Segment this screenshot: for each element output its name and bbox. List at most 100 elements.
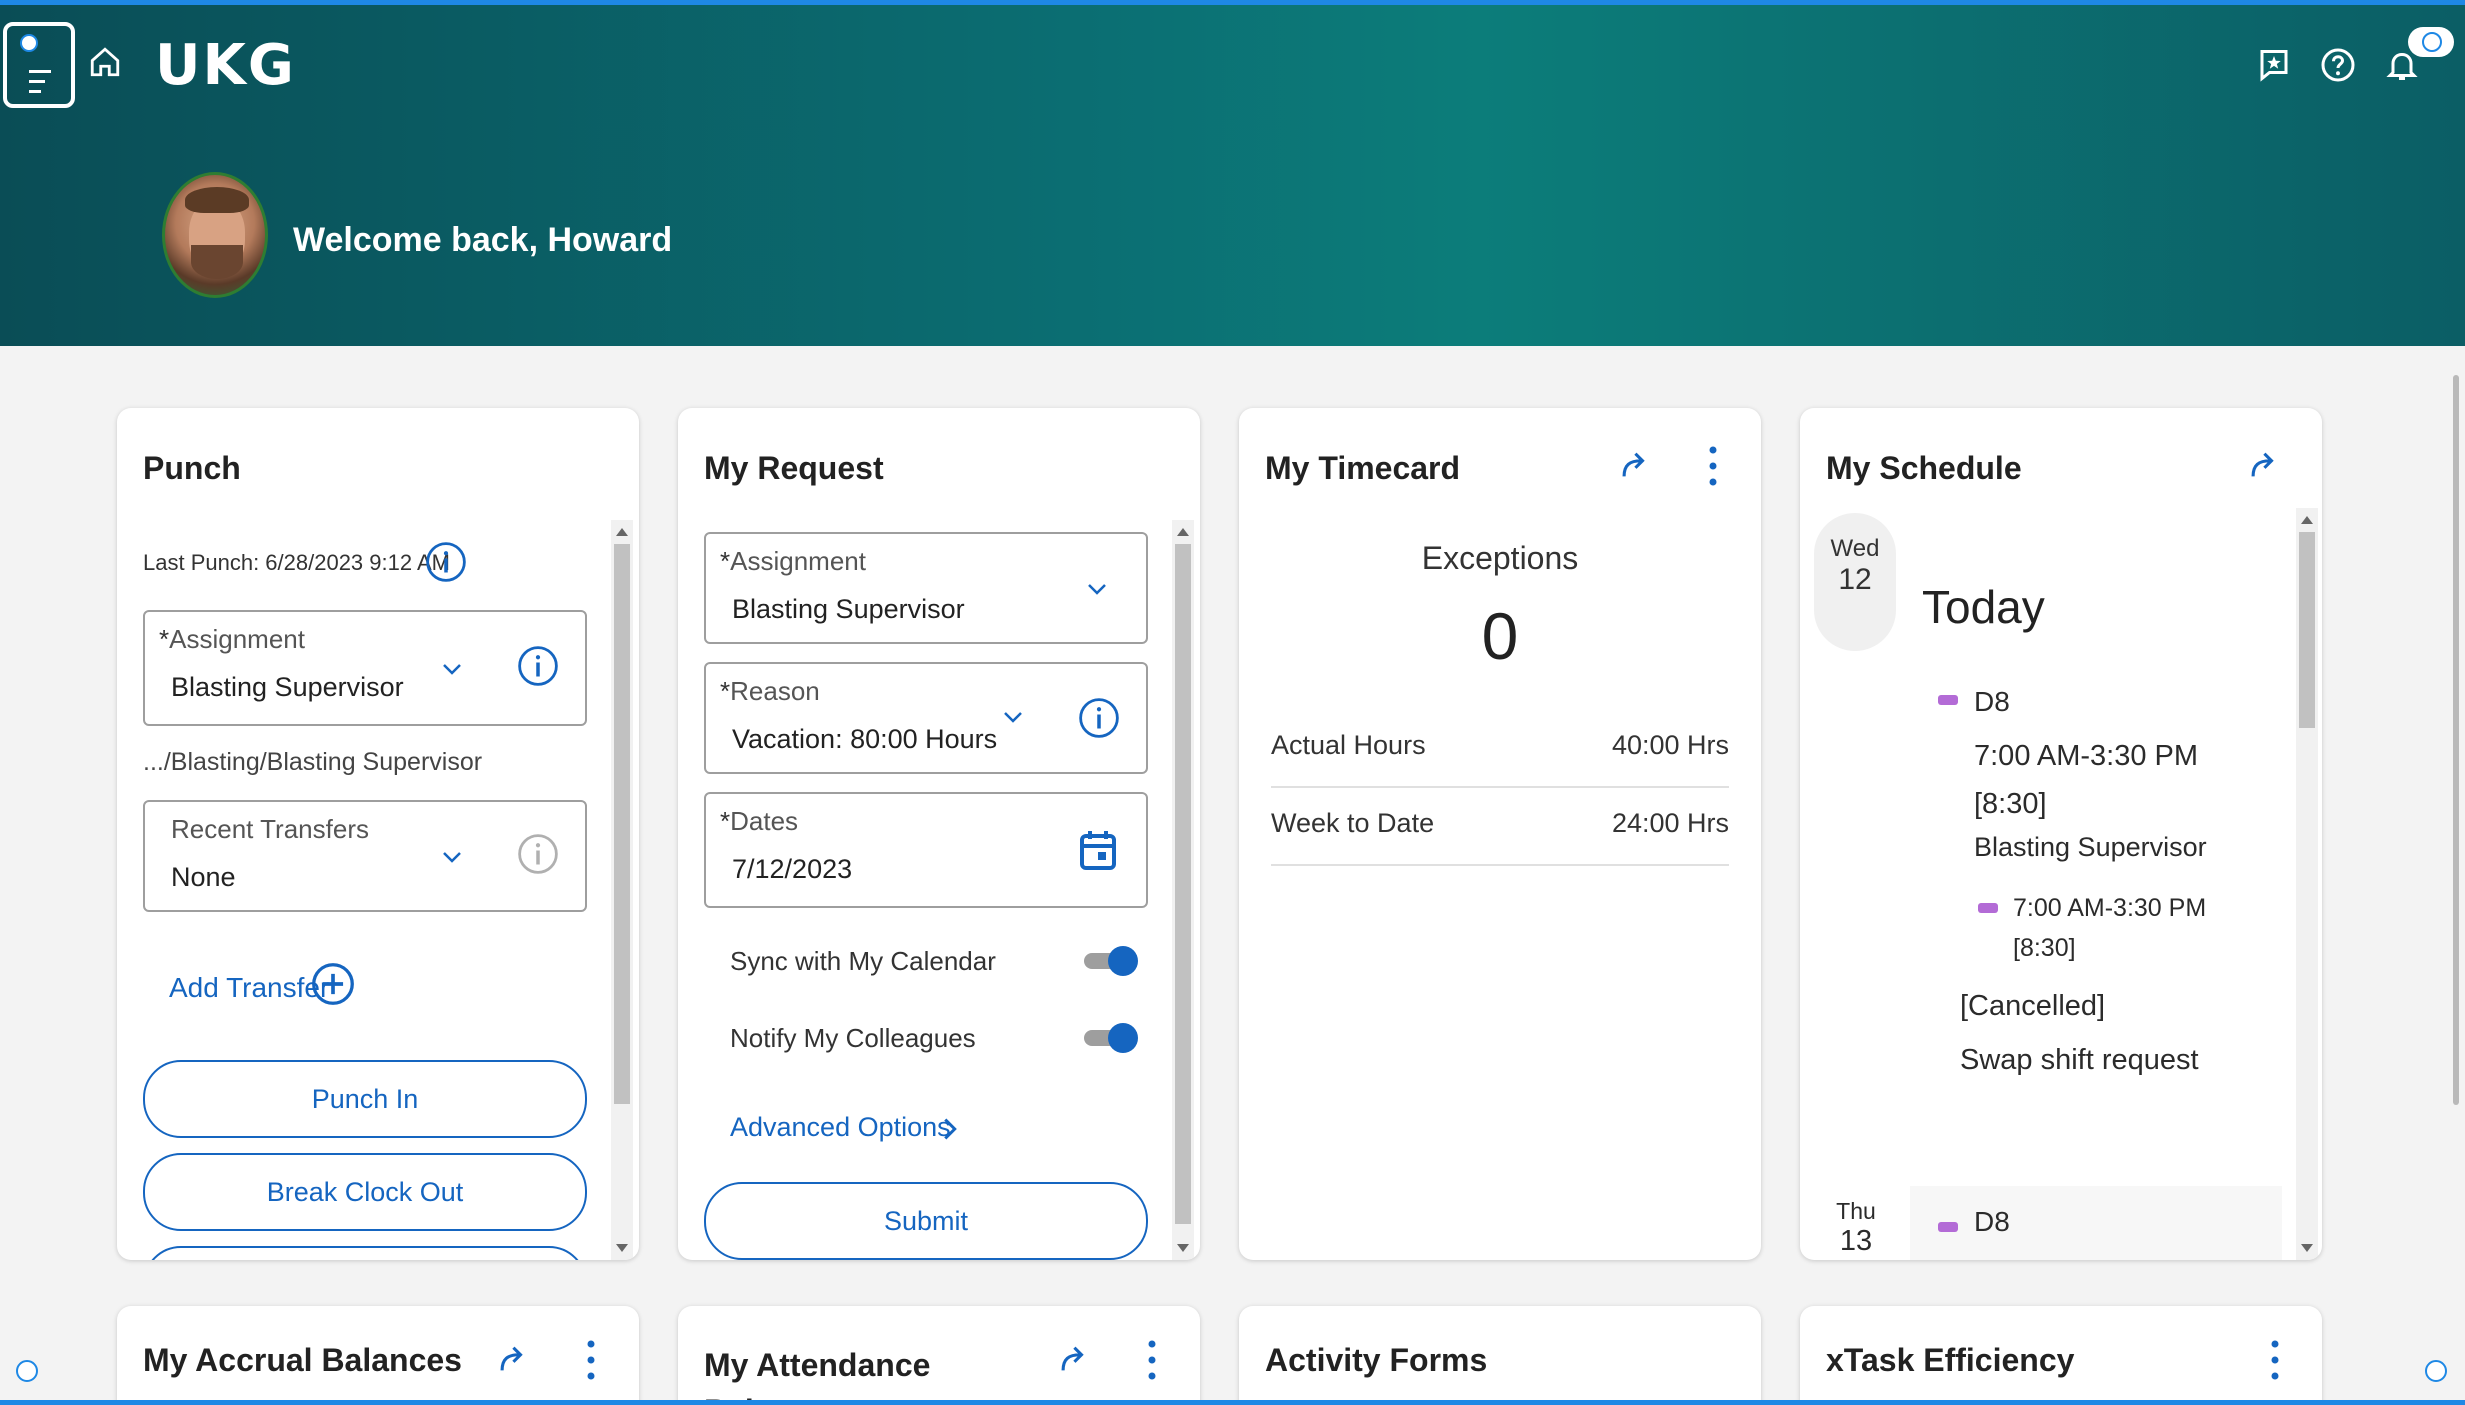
feedback-icon[interactable] — [2256, 47, 2292, 83]
corner-handle-icon[interactable] — [16, 1360, 38, 1382]
notify-colleagues-toggle[interactable] — [1084, 1023, 1138, 1053]
menu-indicator-dot — [20, 34, 38, 52]
actual-hours-label: Actual Hours — [1271, 730, 1426, 760]
notification-badge[interactable] — [2408, 27, 2454, 57]
home-icon[interactable] — [88, 45, 122, 79]
chevron-down-icon — [1088, 584, 1106, 595]
punch-assignment-value: Blasting Supervisor — [171, 672, 404, 702]
cancelled-status: [Cancelled] — [1960, 990, 2106, 1022]
shift-duration: [8:30] — [1974, 788, 2047, 820]
punch-card: Punch Last Punch: 6/28/2023 9:12 AM *Ass… — [117, 408, 639, 1260]
sync-calendar-toggle[interactable] — [1084, 946, 1138, 976]
punch-assignment-label: *Assignment — [159, 624, 305, 654]
advanced-options-link[interactable]: Advanced Options — [730, 1112, 951, 1143]
request-scrollbar[interactable] — [1172, 520, 1194, 1260]
chevron-down-icon — [443, 664, 461, 675]
request-dates-field[interactable]: *Dates 7/12/2023 — [704, 792, 1148, 908]
shift-code: D8 — [1974, 1206, 2010, 1237]
chevron-right-icon[interactable] — [940, 1116, 960, 1142]
submit-button[interactable]: Submit — [704, 1182, 1148, 1260]
my-schedule-card: My Schedule Wed 12 Today D8 7:00 AM-3:30… — [1800, 408, 2322, 1260]
calendar-icon[interactable] — [1078, 828, 1118, 872]
request-assignment-select[interactable]: *Assignment Blasting Supervisor — [704, 532, 1148, 644]
schedule-day-thu[interactable]: Thu 13 — [1830, 1198, 1882, 1258]
xtask-efficiency-card: xTask Efficiency — [1800, 1306, 2322, 1405]
day-number: 12 — [1838, 563, 1872, 596]
day-number: 13 — [1839, 1225, 1873, 1257]
avatar — [162, 172, 268, 298]
request-assignment-value: Blasting Supervisor — [732, 594, 965, 624]
reason-info-icon[interactable] — [1078, 697, 1120, 739]
activity-forms-card: Activity Forms — [1239, 1306, 1761, 1405]
thu-shift-row[interactable]: D8 — [1910, 1186, 2282, 1260]
help-icon[interactable] — [2320, 47, 2356, 83]
accrual-balances-card: My Accrual Balances — [117, 1306, 639, 1405]
more-options-icon[interactable] — [586, 1338, 596, 1382]
shift-time: 7:00 AM-3:30 PM — [1974, 740, 2199, 772]
assignment-path: .../Blasting/Blasting Supervisor — [143, 748, 483, 776]
my-request-title: My Request — [704, 450, 884, 486]
welcome-message: Welcome back, Howard — [293, 221, 673, 259]
today-heading: Today — [1922, 581, 2045, 633]
swap-shift-request[interactable]: Swap shift request — [1960, 1044, 2199, 1077]
assignment-info-icon[interactable] — [517, 645, 559, 687]
go-to-arrow-icon[interactable] — [1056, 1342, 1090, 1376]
bottom-border — [0, 1400, 2465, 1405]
my-timecard-title: My Timecard — [1265, 450, 1461, 486]
shift-job: Blasting Supervisor — [1974, 832, 2207, 862]
activity-forms-title: Activity Forms — [1265, 1342, 1488, 1378]
app-header: UKG Welcome back, Howard — [0, 0, 2465, 346]
go-to-arrow-icon[interactable] — [1617, 448, 1651, 482]
week-to-date-value: 24:00 Hrs — [1611, 808, 1729, 838]
recent-transfers-value: None — [171, 862, 236, 892]
last-punch-info-icon[interactable] — [425, 541, 467, 583]
xtask-efficiency-title: xTask Efficiency — [1826, 1342, 2075, 1378]
punch-scrollbar[interactable] — [611, 520, 633, 1260]
day-name: Thu — [1836, 1198, 1876, 1224]
accrual-balances-title: My Accrual Balances — [143, 1342, 462, 1378]
go-to-arrow-icon[interactable] — [2246, 448, 2280, 482]
break-clock-out-button[interactable]: Break Clock Out — [143, 1153, 587, 1231]
corner-handle-icon[interactable] — [2425, 1360, 2447, 1382]
add-transfer-link[interactable]: Add Transfer — [169, 972, 329, 1004]
recent-transfers-select[interactable]: Recent Transfers None — [143, 800, 587, 912]
request-assignment-label: *Assignment — [720, 546, 866, 576]
request-dates-value: 7/12/2023 — [732, 854, 853, 884]
punch-in-button[interactable]: Punch In — [143, 1060, 587, 1138]
sub-shift-color-marker — [1978, 903, 1998, 913]
attendance-balances-card: My Attendance Balances — [678, 1306, 1200, 1405]
sub-shift-duration: [8:30] — [2013, 934, 2076, 962]
timecard-row: Week to Date 24:00 Hrs — [1271, 790, 1729, 866]
attendance-balances-title: My Attendance Balances — [704, 1347, 931, 1405]
schedule-day-wed[interactable]: Wed 12 — [1814, 513, 1896, 651]
go-to-arrow-icon[interactable] — [495, 1342, 529, 1376]
shift-code: D8 — [1974, 686, 2010, 717]
request-reason-select[interactable]: *Reason Vacation: 80:00 Hours — [704, 662, 1148, 774]
next-punch-button[interactable] — [143, 1246, 587, 1260]
actual-hours-value: 40:00 Hrs — [1611, 730, 1729, 760]
main-menu-button[interactable] — [3, 22, 75, 108]
last-punch-text: Last Punch: 6/28/2023 9:12 AM — [143, 550, 451, 575]
timecard-row: Actual Hours 40:00 Hrs — [1271, 712, 1729, 788]
shift-color-marker — [1938, 1222, 1958, 1232]
more-options-icon[interactable] — [2270, 1338, 2280, 1382]
sub-shift-time: 7:00 AM-3:30 PM — [2013, 894, 2207, 922]
day-name: Wed — [1830, 535, 1880, 562]
schedule-scrollbar[interactable] — [2296, 508, 2318, 1260]
notify-colleagues-label: Notify My Colleagues — [730, 1023, 976, 1053]
punch-assignment-select[interactable]: *Assignment Blasting Supervisor — [143, 610, 587, 726]
page-scrollbar[interactable] — [2453, 375, 2459, 1405]
more-options-icon[interactable] — [1147, 1338, 1157, 1382]
week-to-date-label: Week to Date — [1271, 808, 1435, 838]
recent-transfers-label: Recent Transfers — [171, 814, 369, 844]
my-timecard-card: My Timecard Exceptions 0 Actual Hours 40… — [1239, 408, 1761, 1260]
ukg-logo: UKG — [155, 33, 296, 98]
chevron-down-icon — [443, 852, 461, 863]
sync-calendar-label: Sync with My Calendar — [730, 946, 996, 976]
my-schedule-title: My Schedule — [1826, 450, 2022, 486]
more-options-icon[interactable] — [1708, 444, 1718, 488]
shift-color-marker — [1938, 695, 1958, 705]
add-circle-icon[interactable] — [311, 962, 355, 1006]
request-reason-label: *Reason — [720, 676, 820, 706]
request-dates-label: *Dates — [720, 806, 799, 836]
